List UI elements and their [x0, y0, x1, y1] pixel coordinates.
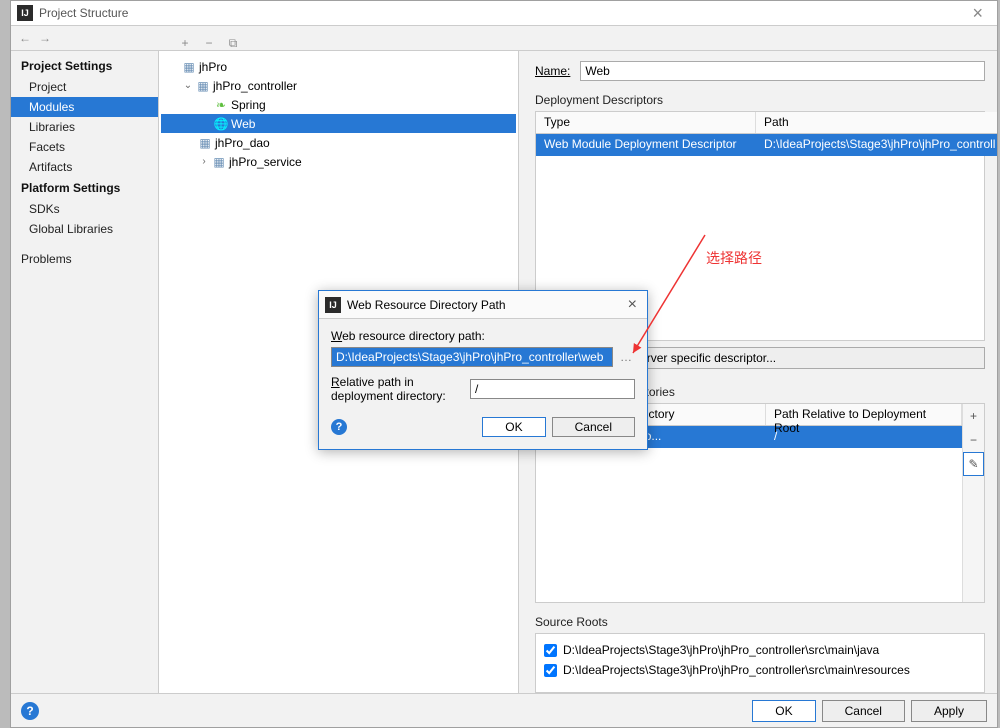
- edit-icon[interactable]: ✎: [963, 452, 984, 476]
- source-roots-box: D:\IdeaProjects\Stage3\jhPro\jhPro_contr…: [535, 633, 985, 693]
- sidebar-item-artifacts[interactable]: Artifacts: [11, 157, 158, 177]
- relative-path-label: Relative path in deployment directory:: [331, 375, 464, 403]
- tree-node-web[interactable]: 🌐 Web: [161, 114, 516, 133]
- back-icon[interactable]: ←: [15, 28, 35, 48]
- module-icon: ▦: [195, 79, 211, 93]
- tree-node-dao[interactable]: ▦ jhPro_dao: [161, 133, 516, 152]
- help-icon[interactable]: ?: [21, 702, 39, 720]
- sidebar-heading-project: Project Settings: [11, 55, 158, 77]
- ok-button[interactable]: OK: [752, 700, 815, 722]
- sidebar-item-problems[interactable]: Problems: [11, 249, 158, 269]
- add-icon[interactable]: +: [963, 404, 984, 428]
- close-icon[interactable]: ×: [624, 296, 641, 314]
- module-icon: ▦: [197, 136, 213, 150]
- app-icon: IJ: [325, 297, 341, 313]
- source-root-checkbox[interactable]: [544, 664, 557, 677]
- copy-icon[interactable]: ⧉: [223, 33, 243, 53]
- source-roots-title: Source Roots: [535, 615, 985, 629]
- sidebar-item-global-libraries[interactable]: Global Libraries: [11, 219, 158, 239]
- name-input[interactable]: [580, 61, 985, 81]
- chevron-down-icon[interactable]: ⌄: [181, 80, 195, 91]
- web-resource-directory-path-dialog: IJ Web Resource Directory Path × Web res…: [318, 290, 648, 450]
- tree-node-jhpro[interactable]: ▦ jhPro: [161, 57, 516, 76]
- module-icon: ▦: [181, 60, 197, 74]
- col-path[interactable]: Path: [756, 112, 997, 133]
- col-rel[interactable]: Path Relative to Deployment Root: [766, 404, 962, 425]
- dialog-cancel-button[interactable]: Cancel: [552, 417, 635, 437]
- forward-icon[interactable]: →: [35, 28, 55, 48]
- button-bar: ? OK Cancel Apply: [11, 693, 997, 727]
- sidebar-item-facets[interactable]: Facets: [11, 137, 158, 157]
- module-icon: ▦: [211, 155, 227, 169]
- resource-path-input[interactable]: [331, 347, 613, 367]
- dialog-title: Web Resource Directory Path: [347, 298, 506, 312]
- browse-icon[interactable]: …: [617, 348, 635, 366]
- remove-icon[interactable]: −: [199, 33, 219, 53]
- tree-node-controller[interactable]: ⌄ ▦ jhPro_controller: [161, 76, 516, 95]
- tree-node-service[interactable]: › ▦ jhPro_service: [161, 152, 516, 171]
- close-icon[interactable]: ×: [964, 3, 991, 24]
- title-bar: IJ Project Structure ×: [11, 1, 997, 26]
- name-label: Name:: [535, 64, 570, 78]
- remove-icon[interactable]: −: [963, 428, 984, 452]
- table-row[interactable]: Web Module Deployment Descriptor D:\Idea…: [536, 134, 997, 156]
- window-title: Project Structure: [39, 6, 128, 20]
- deployment-descriptors-title: Deployment Descriptors: [535, 93, 985, 107]
- sidebar-item-sdks[interactable]: SDKs: [11, 199, 158, 219]
- dialog-title-bar: IJ Web Resource Directory Path ×: [319, 291, 647, 319]
- sidebar: Project Settings Project Modules Librari…: [11, 51, 159, 693]
- app-icon: IJ: [17, 5, 33, 21]
- col-type[interactable]: Type: [536, 112, 756, 133]
- nav-bar: ← →: [11, 26, 997, 51]
- cancel-button[interactable]: Cancel: [822, 700, 905, 722]
- list-item[interactable]: D:\IdeaProjects\Stage3\jhPro\jhPro_contr…: [544, 640, 976, 660]
- tree-node-spring[interactable]: ❧ Spring: [161, 95, 516, 114]
- source-root-checkbox[interactable]: [544, 644, 557, 657]
- web-icon: 🌐: [213, 117, 229, 131]
- apply-button[interactable]: Apply: [911, 700, 987, 722]
- path-label: Web resource directory path:: [331, 329, 635, 343]
- list-item[interactable]: D:\IdeaProjects\Stage3\jhPro\jhPro_contr…: [544, 660, 976, 680]
- add-icon[interactable]: +: [175, 33, 195, 53]
- help-icon[interactable]: ?: [331, 419, 347, 435]
- sidebar-item-libraries[interactable]: Libraries: [11, 117, 158, 137]
- relative-path-input[interactable]: [470, 379, 635, 399]
- chevron-right-icon[interactable]: ›: [197, 156, 211, 167]
- spring-icon: ❧: [213, 98, 229, 112]
- sidebar-item-modules[interactable]: Modules: [11, 97, 158, 117]
- sidebar-heading-platform: Platform Settings: [11, 177, 158, 199]
- dialog-ok-button[interactable]: OK: [482, 417, 545, 437]
- sidebar-item-project[interactable]: Project: [11, 77, 158, 97]
